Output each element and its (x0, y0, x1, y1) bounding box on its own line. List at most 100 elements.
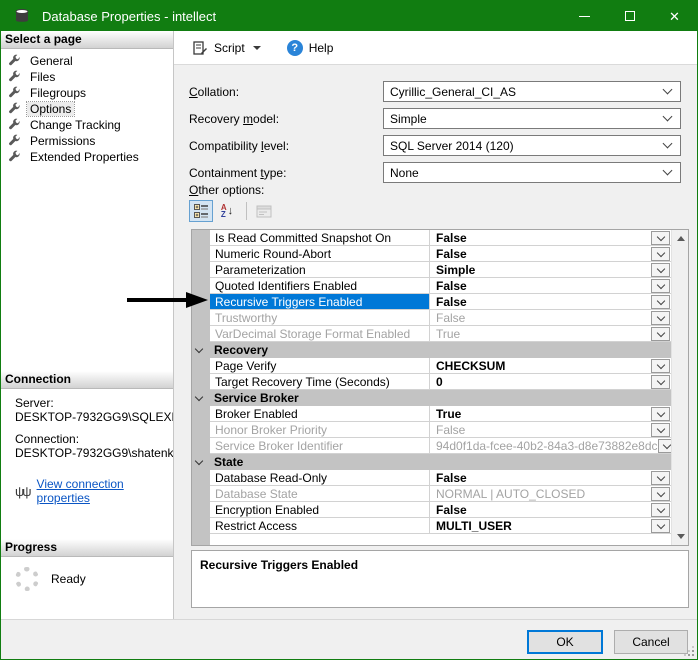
property-name: Service Broker Identifier (215, 439, 343, 453)
property-pages-button (252, 200, 276, 222)
window-title: Database Properties - intellect (42, 9, 562, 24)
minimize-button[interactable] (562, 1, 607, 31)
wrench-icon (7, 70, 21, 84)
sidebar-item-permissions[interactable]: Permissions (1, 133, 173, 149)
sidebar-item-filegroups[interactable]: Filegroups (1, 85, 173, 101)
wrench-icon (7, 86, 21, 100)
value-dropdown-button[interactable] (651, 263, 670, 277)
property-grid: Is Read Committed Snapshot On False Nume… (191, 229, 689, 546)
combobox-value: None (390, 166, 664, 180)
property-name: Encryption Enabled (215, 503, 319, 517)
maximize-icon (625, 11, 635, 21)
chevron-down-icon (656, 248, 664, 256)
other-options-label: Other options: (189, 183, 264, 197)
property-row[interactable]: Broker Enabled True (210, 406, 671, 422)
combobox-value: Cyrillic_General_CI_AS (390, 85, 664, 99)
property-row[interactable]: Database Read-Only False (210, 470, 671, 486)
options-page: Containment type: None Compatibility lev… (174, 65, 697, 619)
value-dropdown-button[interactable] (651, 375, 670, 389)
value-dropdown-button[interactable] (651, 231, 670, 245)
scroll-up-button[interactable] (672, 230, 689, 247)
property-row[interactable]: VarDecimal Storage Format Enabled True (210, 326, 671, 342)
value-dropdown-button[interactable] (651, 311, 670, 325)
field-combobox[interactable]: Cyrillic_General_CI_AS (383, 81, 681, 102)
sidebar-item-change-tracking[interactable]: Change Tracking (1, 117, 173, 133)
chevron-down-icon (656, 472, 664, 480)
value-dropdown-button[interactable] (651, 487, 670, 501)
categorized-view-button[interactable] (189, 200, 213, 222)
property-value: False (436, 423, 465, 437)
close-button[interactable]: ✕ (652, 1, 697, 31)
property-value: Simple (436, 263, 475, 277)
category-row[interactable]: Service Broker (210, 390, 671, 406)
value-dropdown-button[interactable] (651, 295, 670, 309)
minimize-icon (579, 16, 590, 17)
value-dropdown-button[interactable] (651, 519, 670, 533)
property-name: Restrict Access (215, 519, 297, 533)
chevron-down-icon (656, 424, 664, 432)
chevron-down-icon (663, 85, 673, 95)
value-dropdown-button[interactable] (651, 327, 670, 341)
sidebar-item-options[interactable]: Options (1, 101, 173, 117)
categorized-icon (194, 204, 209, 218)
sidebar-page-label: Filegroups (27, 86, 89, 100)
property-row[interactable]: Honor Broker Priority False (210, 422, 671, 438)
field-combobox[interactable]: None (383, 162, 681, 183)
property-row[interactable]: Database State NORMAL | AUTO_CLOSED (210, 486, 671, 502)
property-row[interactable]: Page Verify CHECKSUM (210, 358, 671, 374)
value-dropdown-button[interactable] (651, 503, 670, 517)
property-name: Target Recovery Time (Seconds) (215, 375, 390, 389)
property-row[interactable]: Quoted Identifiers Enabled False (210, 278, 671, 294)
property-row[interactable]: Is Read Committed Snapshot On False (210, 230, 671, 246)
progress-panel: Ready (1, 557, 173, 619)
help-button[interactable]: ? Help (281, 37, 340, 59)
sidebar-item-general[interactable]: General (1, 53, 173, 69)
scroll-down-button[interactable] (672, 528, 689, 545)
property-name: Numeric Round-Abort (215, 247, 331, 261)
vertical-scrollbar[interactable] (671, 230, 688, 545)
property-row[interactable]: Numeric Round-Abort False (210, 246, 671, 262)
view-connection-properties-link[interactable]: View connection properties (37, 477, 173, 505)
property-description-box: Recursive Triggers Enabled (191, 550, 689, 608)
script-button[interactable]: Script (186, 37, 267, 59)
value-dropdown-button[interactable] (651, 359, 670, 373)
alphabetical-sort-button[interactable]: AZ↓ (215, 200, 239, 222)
field-label: Compatibility level: (189, 139, 289, 153)
chevron-down-icon (656, 296, 664, 304)
server-label: Server: (15, 396, 173, 410)
value-dropdown-button[interactable] (651, 247, 670, 261)
resize-grip[interactable] (683, 645, 695, 657)
value-dropdown-button[interactable] (658, 439, 671, 453)
close-icon: ✕ (669, 10, 680, 23)
property-row[interactable]: Service Broker Identifier 94d0f1da-fcee-… (210, 438, 671, 454)
sidebar-item-extended-properties[interactable]: Extended Properties (1, 149, 173, 165)
property-name: Parameterization (215, 263, 306, 277)
property-row[interactable]: Recursive Triggers Enabled False (210, 294, 671, 310)
ok-button[interactable]: OK (527, 630, 603, 654)
property-row[interactable]: Restrict Access MULTI_USER (210, 518, 671, 534)
chevron-down-icon (253, 46, 261, 50)
field-label: Collation: (189, 85, 239, 99)
property-name: Is Read Committed Snapshot On (215, 231, 391, 245)
property-row[interactable]: Parameterization Simple (210, 262, 671, 278)
field-combobox[interactable]: Simple (383, 108, 681, 129)
chevron-down-icon (656, 264, 664, 272)
value-dropdown-button[interactable] (651, 471, 670, 485)
field-row: Compatibility level: SQL Server 2014 (12… (189, 135, 689, 156)
value-dropdown-button[interactable] (651, 279, 670, 293)
cancel-button[interactable]: Cancel (614, 630, 688, 654)
property-row[interactable]: Target Recovery Time (Seconds) 0 (210, 374, 671, 390)
sidebar-page-label: Extended Properties (27, 150, 142, 164)
value-dropdown-button[interactable] (651, 407, 670, 421)
field-combobox[interactable]: SQL Server 2014 (120) (383, 135, 681, 156)
category-row[interactable]: Recovery (210, 342, 671, 358)
chevron-down-icon (663, 112, 673, 122)
select-a-page-header: Select a page (1, 31, 173, 49)
property-row[interactable]: Trustworthy False (210, 310, 671, 326)
category-row[interactable]: State (210, 454, 671, 470)
property-row[interactable]: Encryption Enabled False (210, 502, 671, 518)
sidebar-item-files[interactable]: Files (1, 69, 173, 85)
wrench-icon (7, 118, 21, 132)
maximize-button[interactable] (607, 1, 652, 31)
value-dropdown-button[interactable] (651, 423, 670, 437)
